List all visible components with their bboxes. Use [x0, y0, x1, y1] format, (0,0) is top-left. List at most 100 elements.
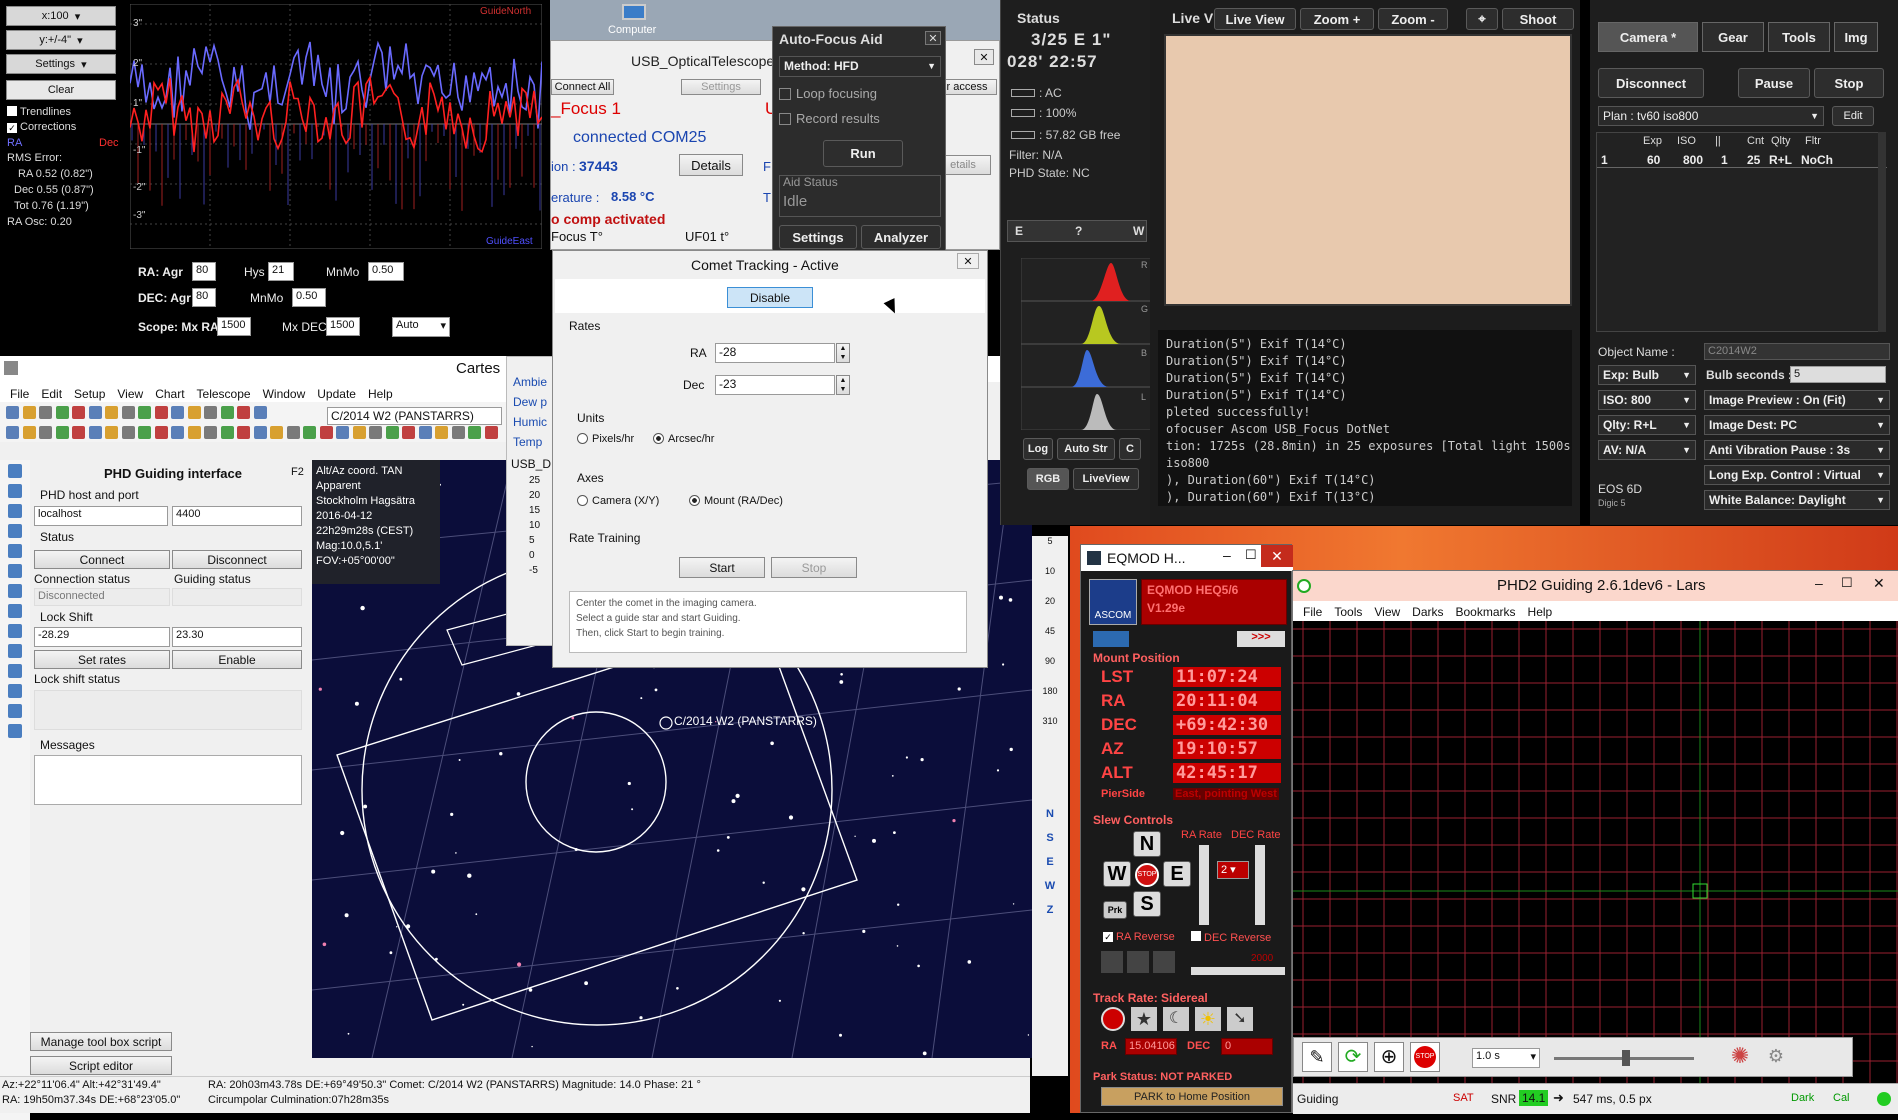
grid-icon[interactable] — [1127, 951, 1149, 973]
toolbar-icon[interactable] — [154, 406, 168, 419]
toolbar-icon[interactable] — [319, 426, 333, 439]
connect-all-button[interactable]: Connect All — [551, 79, 614, 95]
phd2-min-button[interactable]: – — [1815, 575, 1823, 591]
bulb-seconds-input[interactable]: 5 — [1790, 366, 1886, 383]
left-tool-icon[interactable] — [8, 584, 22, 598]
exposure-mode-dropdown[interactable]: Exp: Bulb — [1598, 365, 1696, 385]
toolbar-icon[interactable] — [220, 426, 234, 439]
iso-dropdown[interactable]: ISO: 800 — [1598, 390, 1696, 410]
toolbar-icon[interactable] — [253, 426, 267, 439]
cartes-menu-window[interactable]: Window — [263, 387, 306, 401]
ra-reverse-checkbox[interactable]: ✓ RA Reverse — [1103, 931, 1175, 943]
tab-tools[interactable]: Tools — [1768, 22, 1830, 52]
log-button[interactable]: Log — [1023, 438, 1053, 460]
phd-connect-button[interactable]: Connect — [34, 550, 170, 569]
camera-stop-button[interactable]: Stop — [1814, 68, 1884, 98]
zoom-in-button[interactable]: Zoom + — [1300, 8, 1374, 30]
c-button[interactable]: C — [1119, 438, 1141, 460]
toolbar-icon[interactable] — [187, 426, 201, 439]
rate-select[interactable]: 2 ▾ — [1217, 861, 1249, 879]
toolbar-icon[interactable] — [39, 426, 52, 439]
plan-dropdown[interactable]: Plan : tv60 iso800 — [1598, 106, 1824, 126]
method-dropdown[interactable]: Method: HFD — [779, 56, 941, 77]
camera-disconnect-button[interactable]: Disconnect — [1598, 68, 1704, 98]
eqmod-max-button[interactable]: ☐ — [1245, 547, 1257, 563]
plan-cell[interactable]: 1 — [1601, 153, 1608, 167]
eqmod-expand-button[interactable]: >>> — [1237, 631, 1285, 647]
slew-west-button[interactable]: W — [1103, 861, 1131, 887]
guide-mode-select[interactable]: Auto ▾ — [392, 317, 450, 337]
dec-agr-input[interactable]: 80 — [192, 288, 216, 307]
rgb-button[interactable]: RGB — [1027, 468, 1069, 490]
tab-camera[interactable]: Camera * — [1598, 22, 1698, 52]
liveview-toggle-button[interactable]: LiveView — [1073, 468, 1139, 490]
zoom-level-180[interactable]: 180 — [1038, 686, 1062, 696]
nav-s[interactable]: S — [1038, 832, 1062, 844]
plan-cell[interactable]: 60 — [1647, 153, 1660, 167]
corrections-checkbox[interactable]: ✓ Corrections — [7, 121, 76, 133]
slew-north-button[interactable]: N — [1133, 831, 1161, 857]
port-input[interactable]: 4400 — [172, 506, 302, 526]
manage-toolbox-button[interactable]: Manage tool box script — [30, 1032, 172, 1051]
toolbar-icon[interactable] — [270, 426, 283, 439]
stop-icon[interactable]: STOP — [1410, 1042, 1440, 1072]
antivib-dropdown[interactable]: Anti Vibration Pause : 3s — [1704, 440, 1890, 460]
script-editor-button[interactable]: Script editor — [30, 1056, 172, 1075]
lock-dec-input[interactable]: 23.30 — [172, 627, 302, 647]
toolbar-icon[interactable] — [121, 426, 135, 439]
zoom-level-5[interactable]: 5 — [1038, 536, 1062, 546]
ra-agr-input[interactable]: 80 — [192, 262, 216, 281]
left-tool-icon[interactable] — [8, 724, 22, 738]
usb-close-button[interactable]: ✕ — [974, 49, 994, 65]
eqmod-toolbar-icon[interactable] — [1093, 631, 1129, 647]
eqmod-close-button[interactable]: ✕ — [1261, 545, 1293, 567]
cartes-menu-chart[interactable]: Chart — [155, 387, 184, 401]
toolbar-icon[interactable] — [484, 426, 498, 439]
toolbar-icon[interactable] — [105, 426, 118, 439]
toolbar-icon[interactable] — [39, 406, 52, 419]
autofocus-close-button[interactable]: ✕ — [925, 31, 941, 45]
phd2-close-button[interactable]: ✕ — [1873, 575, 1885, 592]
left-tool-icon[interactable] — [8, 544, 22, 558]
graph-settings-button[interactable]: Settings ▾ — [6, 54, 116, 74]
track-stop-icon[interactable] — [1101, 1007, 1125, 1031]
toolbar-icon[interactable] — [55, 426, 69, 439]
plan-cell[interactable]: 25 — [1747, 153, 1760, 167]
plan-cell[interactable]: NoCh — [1801, 153, 1833, 167]
track-dec-input[interactable]: 0 — [1221, 1038, 1273, 1055]
loop-focusing-checkbox[interactable]: Loop focusing — [779, 86, 877, 101]
toolbar-icon[interactable] — [402, 426, 415, 439]
zoom-level-90[interactable]: 90 — [1038, 656, 1062, 666]
left-tool-icon[interactable] — [8, 644, 22, 658]
left-tool-icon[interactable] — [8, 684, 22, 698]
toolbar-icon[interactable] — [385, 426, 399, 439]
usb-settings-button[interactable]: Settings — [681, 79, 761, 95]
host-input[interactable]: localhost — [34, 506, 168, 526]
set-rates-button[interactable]: Set rates — [34, 650, 170, 669]
plan-cell[interactable]: 1 — [1721, 153, 1728, 167]
phd2-menu-view[interactable]: View — [1374, 605, 1400, 619]
track-ra-input[interactable]: 15.04106 — [1125, 1038, 1177, 1055]
dec-reverse-checkbox[interactable]: DEC Reverse — [1191, 931, 1271, 944]
zoom-out-button[interactable]: Zoom - — [1378, 8, 1448, 30]
zoom-level-10[interactable]: 10 — [1038, 566, 1062, 576]
zoom-level-310[interactable]: 310 — [1038, 716, 1062, 726]
phd2-max-button[interactable]: ☐ — [1841, 575, 1853, 591]
autofocus-settings-button[interactable]: Settings — [779, 225, 857, 249]
left-tool-icon[interactable] — [8, 504, 22, 518]
phd2-menu-bookmarks[interactable]: Bookmarks — [1456, 605, 1516, 619]
dec-rate-slider[interactable] — [1255, 845, 1265, 925]
phd-disconnect-button[interactable]: Disconnect — [172, 550, 302, 569]
object-name-input[interactable]: C2014W2 — [1704, 343, 1890, 360]
object-search-input[interactable]: C/2014 W2 (PANSTARRS) — [327, 407, 502, 425]
pixels-radio[interactable]: Pixels/hr — [577, 433, 634, 445]
left-tool-icon[interactable] — [8, 664, 22, 678]
arcsec-radio[interactable]: Arcsec/hr — [653, 433, 714, 445]
quality-dropdown[interactable]: Qlty: R+L — [1598, 415, 1696, 435]
spiral-icon[interactable] — [1153, 951, 1175, 973]
cartes-menu-edit[interactable]: Edit — [41, 387, 62, 401]
white-balance-dropdown[interactable]: White Balance: Daylight — [1704, 490, 1890, 510]
track-custom-icon[interactable]: ➘ — [1227, 1007, 1253, 1031]
nav-e[interactable]: E — [1038, 856, 1062, 868]
training-stop-button[interactable]: Stop — [771, 557, 857, 578]
